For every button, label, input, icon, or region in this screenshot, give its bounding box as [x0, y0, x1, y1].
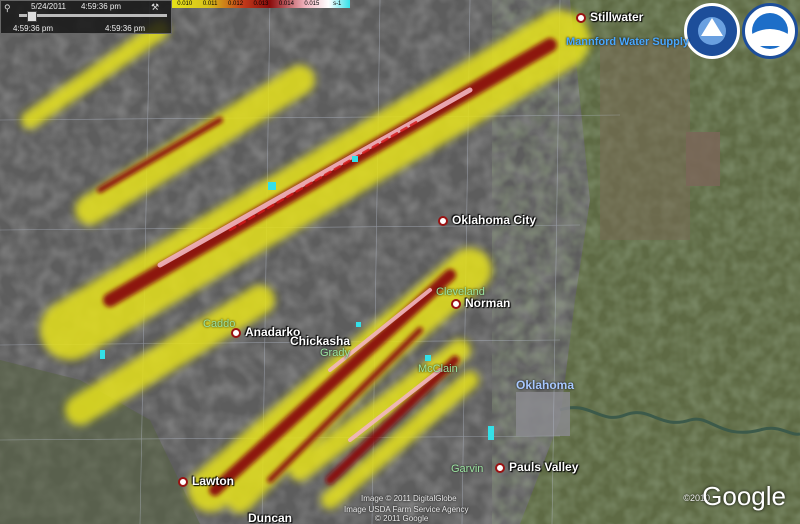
city-stillwater[interactable]: Stillwater — [576, 10, 643, 24]
google-logo: Google — [702, 481, 786, 511]
zoom-icon[interactable]: ⚲ — [4, 3, 11, 14]
color-scale: 0.010 0.011 0.012 0.013 0.014 0.015 s-1 — [172, 0, 350, 8]
county-grady[interactable]: Grady — [320, 347, 350, 359]
city-oklahoma-city[interactable]: Oklahoma City — [438, 213, 536, 227]
city-lawton[interactable]: Lawton — [178, 474, 234, 488]
image-patch-2 — [686, 132, 720, 186]
nssl-logo-icon — [684, 3, 740, 59]
noaa-logo-icon — [742, 3, 798, 59]
city-pauls-valley[interactable]: Pauls Valley — [495, 460, 578, 474]
time-end: 4:59:36 pm — [105, 24, 146, 33]
imagery-credit: Image USDA Farm Service Agency — [344, 505, 469, 514]
city-dot-icon — [178, 476, 188, 487]
scale-label: 0.010 — [177, 1, 193, 7]
scale-label: s-1 — [333, 1, 342, 7]
time-slider-track[interactable] — [19, 14, 167, 17]
image-patch — [516, 392, 570, 436]
state-oklahoma[interactable]: Oklahoma — [516, 378, 574, 392]
scale-label: 0.015 — [304, 1, 320, 7]
time-date: 5/24/2011 — [31, 2, 66, 11]
scale-label: 0.012 — [228, 1, 244, 7]
map-view[interactable]: ⚲ 5/24/2011 4:59:36 pm ⚒ 4:59:36 pm 4:59… — [0, 0, 800, 524]
scale-label: 0.011 — [202, 1, 218, 7]
radar-map[interactable] — [0, 0, 800, 524]
city-dot-icon — [576, 12, 586, 23]
county-cleveland[interactable]: Cleveland — [436, 286, 485, 298]
poi-label[interactable]: Mannford Water Supply — [566, 36, 689, 48]
scale-label: 0.014 — [278, 1, 294, 7]
imagery-credit: © 2011 Google — [375, 514, 429, 523]
city-duncan[interactable]: Duncan — [248, 511, 292, 524]
time-current: 4:59:36 pm — [81, 2, 122, 11]
time-start: 4:59:36 pm — [13, 24, 54, 33]
city-dot-icon — [438, 215, 448, 226]
city-norman[interactable]: Norman — [451, 296, 510, 310]
scale-label: 0.013 — [253, 1, 269, 7]
city-dot-icon — [451, 298, 461, 309]
city-dot-icon — [495, 462, 505, 473]
county-garvin[interactable]: Garvin — [451, 463, 483, 475]
time-slider-handle[interactable] — [27, 11, 37, 22]
county-mcclain[interactable]: McClain — [418, 363, 458, 375]
imagery-credit: Image © 2011 DigitalGlobe — [361, 494, 457, 503]
settings-icon[interactable]: ⚒ — [151, 2, 159, 13]
county-caddo[interactable]: Caddo — [203, 318, 235, 330]
farmland-tan — [600, 40, 690, 240]
time-slider-panel[interactable]: ⚲ 5/24/2011 4:59:36 pm ⚒ 4:59:36 pm 4:59… — [0, 0, 172, 34]
city-chickasha[interactable]: Chickasha — [290, 334, 350, 348]
